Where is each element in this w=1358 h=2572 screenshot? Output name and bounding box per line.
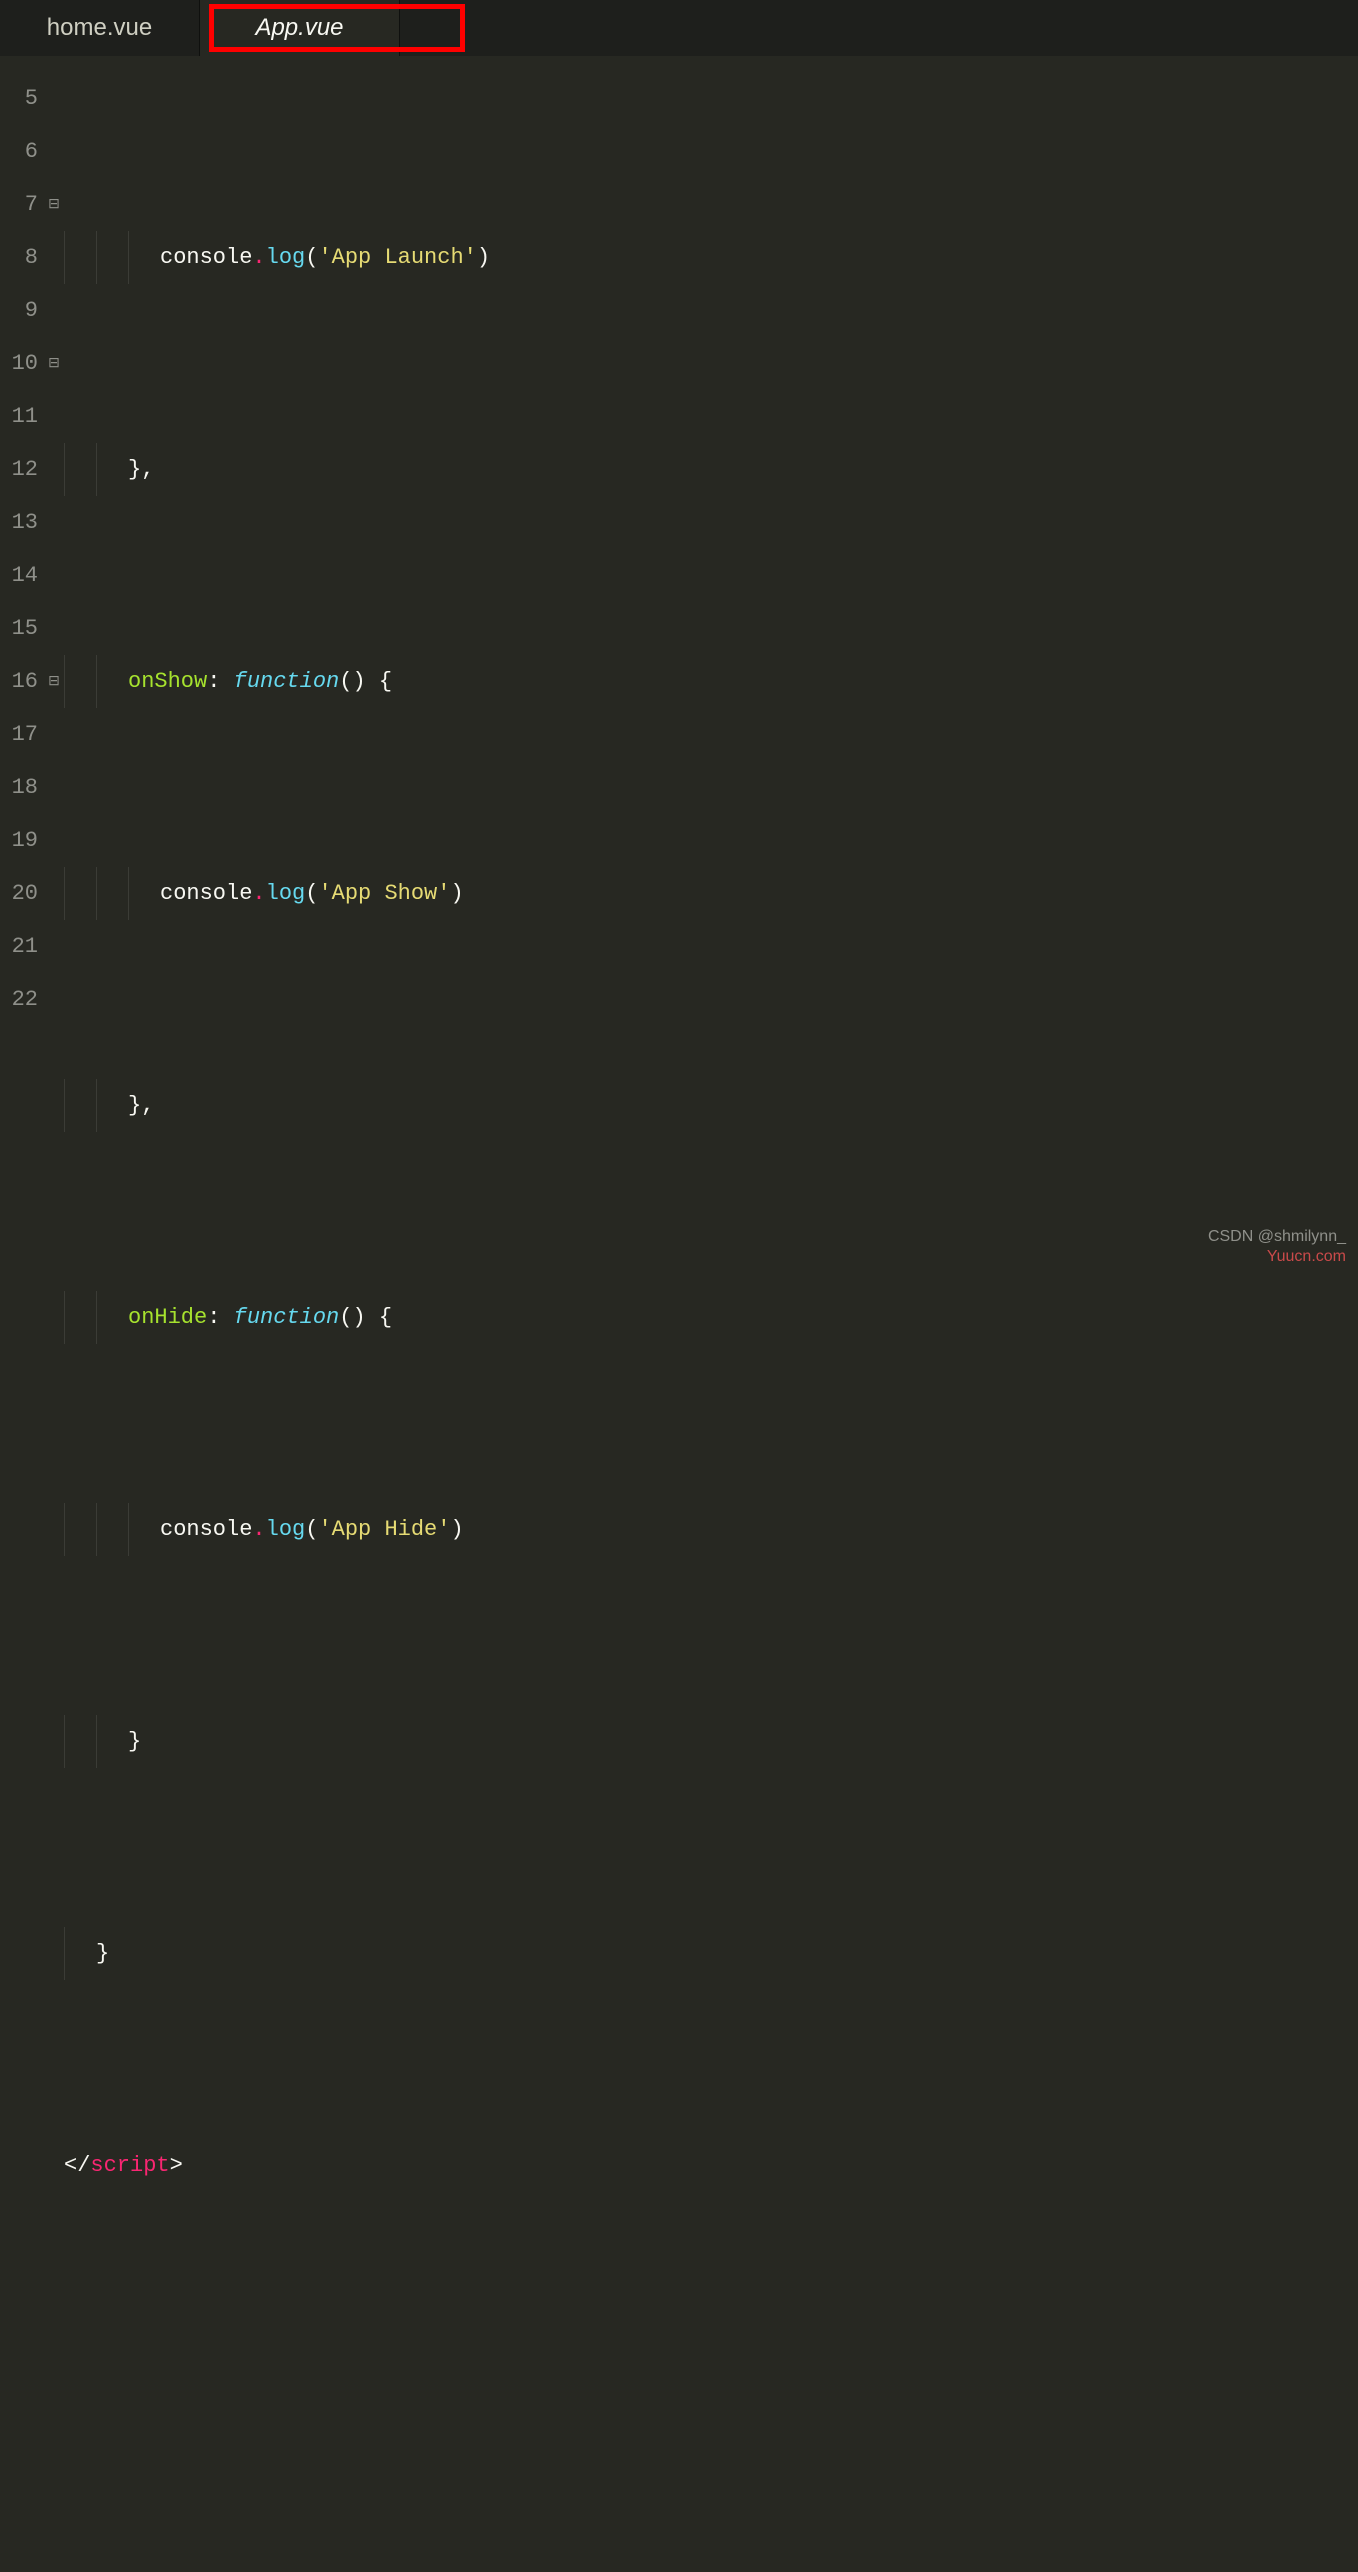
code-editor[interactable]: 5 6 7 8 9 10 11 12 13 14 15 16 17 18 19 … xyxy=(0,56,1358,1286)
code-line: console.log('App Hide') xyxy=(64,1503,1358,1556)
code-line: } xyxy=(64,1927,1358,1980)
code-line: }, xyxy=(64,443,1358,496)
tab-bar: home.vue App.vue xyxy=(0,0,1358,56)
watermark-csdn: CSDN @shmilynn_ xyxy=(1208,1228,1346,1246)
tab-app[interactable]: App.vue xyxy=(200,0,400,56)
fold-column xyxy=(44,56,64,1286)
fold-icon[interactable] xyxy=(44,337,64,390)
code-line: </script> xyxy=(64,2139,1358,2192)
code-line xyxy=(64,2351,1358,2404)
code-line: onShow: function() { xyxy=(64,655,1358,708)
code-area[interactable]: console.log('App Launch') }, onShow: fun… xyxy=(64,56,1358,1286)
code-line: onHide: function() { xyxy=(64,1291,1358,1344)
code-line: }, xyxy=(64,1079,1358,1132)
fold-icon[interactable] xyxy=(44,655,64,708)
code-line: <style lang="scss"> xyxy=(64,2563,1358,2572)
watermark-yuucn: Yuucn.com xyxy=(1267,1248,1346,1266)
code-line: console.log('App Launch') xyxy=(64,231,1358,284)
code-line: console.log('App Show') xyxy=(64,867,1358,920)
fold-icon[interactable] xyxy=(44,178,64,231)
tab-home[interactable]: home.vue xyxy=(0,0,200,56)
code-line: } xyxy=(64,1715,1358,1768)
line-number-gutter: 5 6 7 8 9 10 11 12 13 14 15 16 17 18 19 … xyxy=(0,56,44,1286)
